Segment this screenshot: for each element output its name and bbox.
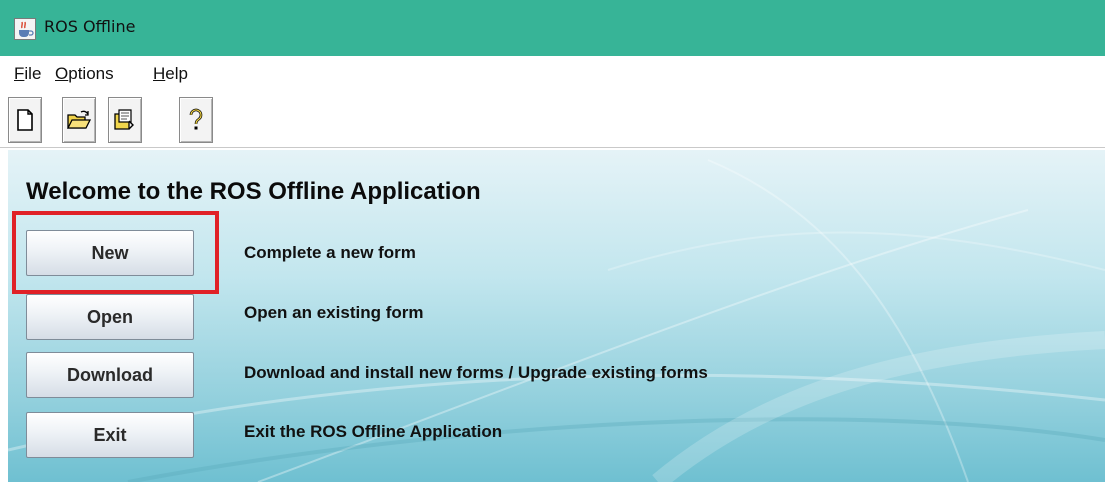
new-description: Complete a new form (244, 243, 416, 262)
menu-help[interactable]: Help (153, 64, 188, 84)
open-folder-icon (67, 110, 91, 130)
exit-button[interactable]: Exit (26, 412, 194, 458)
download-form-icon (113, 109, 137, 131)
download-description: Download and install new forms / Upgrade… (244, 363, 708, 382)
menu-file[interactable]: File (14, 64, 41, 84)
download-button[interactable]: Download (26, 352, 194, 398)
help-question-icon (188, 108, 204, 132)
welcome-heading: Welcome to the ROS Offline Application (26, 178, 481, 205)
java-cup-icon (14, 18, 36, 40)
exit-description: Exit the ROS Offline Application (244, 422, 503, 441)
title-bar: ROS Offline (0, 0, 1105, 56)
welcome-panel: Welcome to the ROS Offline Application N… (8, 150, 1105, 482)
open-description: Open an existing form (244, 303, 424, 322)
toolbar-download-button[interactable] (108, 97, 142, 143)
toolbar-open-button[interactable] (62, 97, 96, 143)
menu-options[interactable]: Options (55, 64, 114, 84)
open-button[interactable]: Open (26, 294, 194, 340)
toolbar-new-button[interactable] (8, 97, 42, 143)
toolbar-help-button[interactable] (179, 97, 213, 143)
new-document-icon (16, 109, 34, 131)
highlight-box (12, 211, 219, 294)
toolbar (0, 92, 1105, 148)
window-title: ROS Offline (44, 17, 136, 36)
